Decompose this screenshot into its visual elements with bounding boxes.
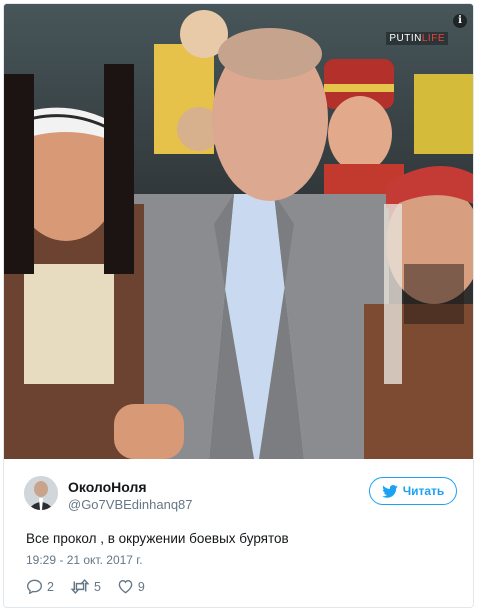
author-handle[interactable]: @Go7VBEdinhanq87 [68,497,193,512]
photo-watermark: PUTINLIFE [386,32,448,45]
info-icon[interactable]: i [453,14,467,28]
follow-button[interactable]: Читать [369,477,457,505]
reply-count: 2 [47,579,54,594]
author-name[interactable]: ОколоНоля [68,479,147,495]
retweet-button[interactable]: 5 [70,579,101,594]
watermark-life: LIFE [421,33,445,44]
photo-illustration [4,4,473,459]
tweet-actions: 2 5 9 [26,579,145,594]
tweet-author: ОколоНоля @Go7VBEdinhanq87 Читать [24,474,457,514]
retweet-count: 5 [93,579,101,594]
twitter-bird-icon [381,484,398,498]
tweet-card: PUTINLIFE i ОколоНоля @Go7VBEdinhanq87 Ч… [3,3,474,608]
reply-icon [26,579,43,594]
heart-icon [118,580,133,594]
tweet-timestamp[interactable]: 19:29 - 21 окт. 2017 г. [26,553,143,567]
avatar[interactable] [24,476,58,510]
tweet-text: Все прокол , в окружении боевых бурятов [26,531,289,546]
watermark-putin: PUTIN [389,33,422,44]
follow-label: Читать [402,484,445,498]
reply-button[interactable]: 2 [26,579,54,594]
like-button[interactable]: 9 [117,579,145,594]
like-count: 9 [137,579,145,594]
retweet-icon [70,579,90,594]
avatar-image [24,476,58,510]
tweet-photo[interactable]: PUTINLIFE i [4,4,473,459]
